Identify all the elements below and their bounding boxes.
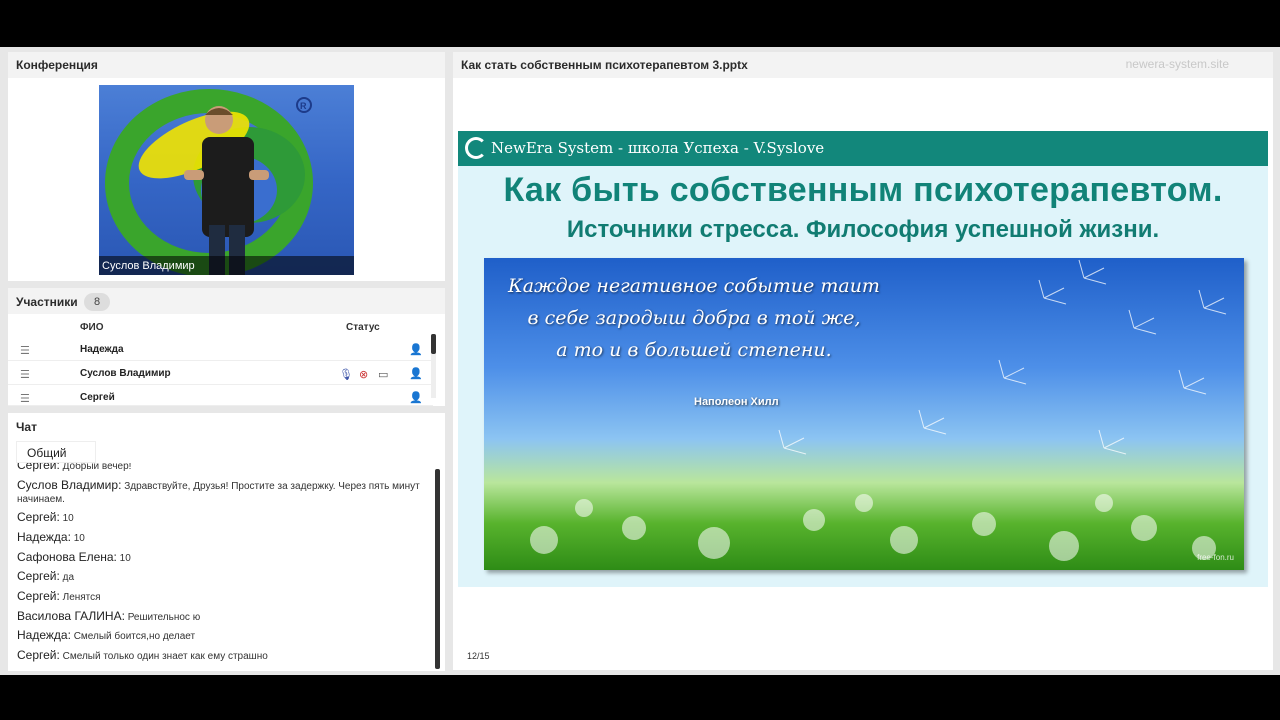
app-frame: Конференция R Суслов Владимир Участники … [0, 47, 1280, 675]
column-header-status[interactable]: Статус [346, 322, 380, 333]
chat-title: Чат [16, 420, 37, 434]
drag-handle-icon[interactable]: ☰ [20, 392, 30, 405]
slide-dandelion-image: Каждое негативное событие таит в себе за… [484, 258, 1244, 570]
user-avatar-icon: 👤 [409, 344, 423, 356]
participant-name: Надежда [80, 344, 124, 355]
drag-handle-icon[interactable]: ☰ [20, 344, 30, 357]
message-author: Надежда: [17, 530, 71, 544]
presentation-panel: Как стать собственным психотерапевтом 3.… [453, 52, 1273, 670]
message-author: Надежда: [17, 628, 71, 642]
message-author: Сафонова Елена: [17, 550, 117, 564]
quote-line: в себе зародыш добра в той же, [527, 307, 861, 329]
participant-row[interactable]: ☰ Суслов Владимир 🎙 ⊗ ▭ 👤 [8, 363, 433, 385]
quote-line: а то и в большей степени. [556, 339, 832, 361]
chat-panel: Чат Общий Сергей: Добрый вечер! Суслов В… [8, 413, 445, 671]
microphone-icon[interactable]: 🎙 [339, 368, 353, 381]
message-text: Добрый вечер! [62, 463, 132, 472]
conference-panel: Конференция R Суслов Владимир [8, 52, 445, 281]
participant-row[interactable]: ☰ Надежда 👤 [8, 339, 433, 361]
participants-title: Участники [16, 295, 78, 309]
message-text: 10 [73, 533, 85, 544]
chat-message: Надежда: Смелый боится,но делает [17, 629, 427, 643]
chat-messages: Сергей: Добрый вечер! Суслов Владимир: З… [8, 463, 445, 671]
user-avatar-icon: 👤 [409, 392, 423, 404]
quote-author: Наполеон Хилл [694, 396, 779, 408]
screen-share-icon[interactable]: ▭ [378, 368, 388, 381]
message-text: Смелый боится,но делает [73, 631, 196, 642]
participants-panel: Участники 8 ФИО Статус ☰ Надежда 👤 ☰ Сус… [8, 288, 445, 406]
message-author: Василова ГАЛИНА: [17, 609, 125, 623]
message-text: Решительнос ю [127, 612, 201, 623]
scrollbar-thumb[interactable] [431, 334, 436, 354]
chat-message: Сафонова Елена: 10 [17, 551, 427, 565]
message-author: Сергей: [17, 589, 60, 603]
chat-message: Суслов Владимир: Здравствуйте, Друзья! П… [17, 479, 427, 506]
chat-message: Сергей: 10 [17, 511, 427, 525]
speaker-video-image: R [105, 89, 313, 275]
newera-logo-icon [465, 137, 487, 159]
message-text: Смелый только один знает как ему страшно [62, 651, 268, 662]
svg-text:R: R [300, 101, 307, 111]
chat-scrollbar[interactable] [435, 469, 440, 669]
presentation-slide[interactable]: NewEra System - школа Успеха - V.Syslove… [458, 131, 1268, 587]
chat-tab-general[interactable]: Общий [16, 441, 96, 463]
conference-title: Конференция [16, 58, 98, 72]
chat-message: Василова ГАЛИНА: Решительнос ю [17, 610, 427, 624]
message-text: Ленятся [62, 592, 101, 603]
chat-message: Сергей: Ленятся [17, 590, 427, 604]
message-text: да [62, 572, 75, 583]
slide-title: Как быть собственным психотерапевтом. [503, 171, 1223, 209]
chat-message: Надежда: 10 [17, 531, 427, 545]
drag-handle-icon[interactable]: ☰ [20, 368, 30, 381]
message-author: Суслов Владимир: [17, 478, 122, 492]
image-credit: free-fon.ru [1197, 553, 1234, 562]
message-author: Сергей: [17, 569, 60, 583]
participants-scrollbar[interactable] [431, 334, 436, 398]
slide-quote: Каждое негативное событие таит в себе за… [484, 270, 904, 366]
slide-brand: NewEra System - школа Успеха - V.Syslove [491, 139, 825, 157]
participant-name: Суслов Владимир [80, 368, 171, 379]
message-author: Сергей: [17, 648, 60, 662]
quote-line: Каждое негативное событие таит [508, 275, 880, 297]
site-watermark: newera-system.site [1125, 57, 1229, 71]
video-participant-name: Суслов Владимир [99, 256, 354, 275]
slide-subtitle: Источники стресса. Философия успешной жи… [566, 216, 1160, 243]
video-feed[interactable]: R Суслов Владимир [99, 85, 354, 275]
chat-message: Сергей: Добрый вечер! [17, 463, 427, 473]
participant-row[interactable]: ☰ Сергей 👤 [8, 387, 433, 406]
participants-count-badge: 8 [84, 293, 110, 311]
message-author: Сергей: [17, 463, 60, 472]
column-header-name[interactable]: ФИО [80, 322, 104, 333]
user-avatar-icon: 👤 [409, 368, 423, 380]
chat-message: Сергей: Смелый только один знает как ему… [17, 649, 427, 663]
message-text: 10 [62, 513, 74, 524]
participant-name: Сергей [80, 392, 115, 403]
message-text: 10 [119, 553, 131, 564]
message-author: Сергей: [17, 510, 60, 524]
camera-off-icon[interactable]: ⊗ [359, 368, 368, 381]
slide-banner: NewEra System - школа Успеха - V.Syslove [458, 131, 1268, 166]
chat-message: Сергей: да [17, 570, 427, 584]
presentation-title: Как стать собственным психотерапевтом 3.… [461, 58, 748, 72]
slide-page-indicator: 12/15 [467, 651, 490, 661]
